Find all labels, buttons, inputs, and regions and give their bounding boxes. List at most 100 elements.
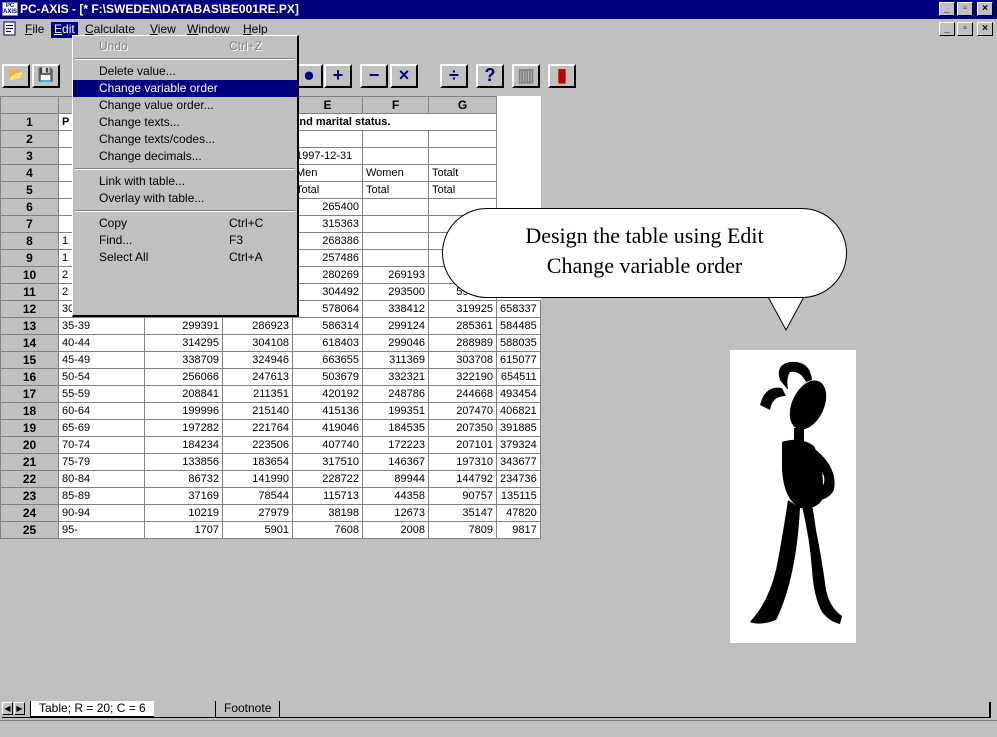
cell[interactable]: 293500 xyxy=(362,283,429,301)
menu-file[interactable]: File xyxy=(22,22,47,38)
sort-icon[interactable]: ⦁ xyxy=(295,64,323,88)
subtract-icon[interactable]: − xyxy=(360,64,388,88)
cell[interactable] xyxy=(362,249,429,267)
tab-scroll-left-button[interactable]: ◀ xyxy=(2,702,13,715)
menu-delete-value[interactable]: Delete value... xyxy=(73,63,297,80)
age-group-cell[interactable]: 70-74 xyxy=(58,436,145,454)
col-header-g[interactable]: G xyxy=(428,96,497,114)
col-header-e[interactable]: E xyxy=(292,96,363,114)
row-header[interactable]: 18 xyxy=(0,402,59,420)
value-cell[interactable]: 12673 xyxy=(362,504,429,522)
save-icon[interactable]: 💾 xyxy=(32,64,60,88)
add-icon[interactable]: + xyxy=(324,64,352,88)
open-icon[interactable]: 📂 xyxy=(2,64,30,88)
close-button[interactable]: × xyxy=(977,2,993,16)
value-cell[interactable]: 234736 xyxy=(496,470,541,488)
cell[interactable]: 268386 xyxy=(292,232,363,250)
value-cell[interactable]: 207350 xyxy=(428,419,497,437)
menu-change-texts[interactable]: Change texts... xyxy=(73,114,297,131)
value-cell[interactable]: 618403 xyxy=(292,334,363,352)
value-cell[interactable]: 303708 xyxy=(428,351,497,369)
value-cell[interactable]: 207470 xyxy=(428,402,497,420)
row-header[interactable]: 14 xyxy=(0,334,59,352)
value-cell[interactable]: 89944 xyxy=(362,470,429,488)
value-cell[interactable]: 317510 xyxy=(292,453,363,471)
value-cell[interactable]: 141990 xyxy=(222,470,293,488)
age-group-cell[interactable]: 75-79 xyxy=(58,453,145,471)
col-header-f[interactable]: F xyxy=(362,96,429,114)
menu-change-variable-order[interactable]: Change variable order xyxy=(73,80,297,97)
value-cell[interactable]: 248786 xyxy=(362,385,429,403)
value-cell[interactable]: 146367 xyxy=(362,453,429,471)
minimize-button[interactable]: _ xyxy=(939,2,955,16)
value-cell[interactable]: 199351 xyxy=(362,402,429,420)
value-cell[interactable]: 288989 xyxy=(428,334,497,352)
row-header[interactable]: 24 xyxy=(0,504,59,522)
value-cell[interactable]: 332321 xyxy=(362,368,429,386)
table-icon[interactable]: ▥ xyxy=(512,64,540,88)
value-cell[interactable]: 503679 xyxy=(292,368,363,386)
value-cell[interactable]: 10219 xyxy=(144,504,223,522)
row-header[interactable]: 7 xyxy=(0,215,59,233)
value-cell[interactable]: 285361 xyxy=(428,317,497,335)
row-header[interactable]: 3 xyxy=(0,147,59,165)
value-cell[interactable]: 256066 xyxy=(144,368,223,386)
value-cell[interactable]: 584485 xyxy=(496,317,541,335)
value-cell[interactable]: 244668 xyxy=(428,385,497,403)
age-group-cell[interactable]: 95- xyxy=(58,521,145,539)
app-icon[interactable]: PC AXIS xyxy=(2,2,18,16)
value-cell[interactable]: 2008 xyxy=(362,521,429,539)
value-cell[interactable]: 7608 xyxy=(292,521,363,539)
value-cell[interactable]: 27979 xyxy=(222,504,293,522)
age-group-cell[interactable]: 65-69 xyxy=(58,419,145,437)
cell[interactable]: 257486 xyxy=(292,249,363,267)
row-header[interactable]: 15 xyxy=(0,351,59,369)
row-header[interactable]: 20 xyxy=(0,436,59,454)
cell[interactable] xyxy=(362,147,429,165)
cell[interactable]: Total xyxy=(292,181,363,199)
value-cell[interactable]: 183654 xyxy=(222,453,293,471)
value-cell[interactable]: 588035 xyxy=(496,334,541,352)
row-header[interactable]: 21 xyxy=(0,453,59,471)
value-cell[interactable]: 133856 xyxy=(144,453,223,471)
row-header[interactable]: 10 xyxy=(0,266,59,284)
row-header[interactable]: 12 xyxy=(0,300,59,318)
tab-footnote[interactable]: Footnote xyxy=(215,701,281,717)
row-header[interactable]: 4 xyxy=(0,164,59,182)
value-cell[interactable]: 391885 xyxy=(496,419,541,437)
cell[interactable]: 265400 xyxy=(292,198,363,216)
cell[interactable] xyxy=(362,215,429,233)
menu-change-value-order[interactable]: Change value order... xyxy=(73,97,297,114)
value-cell[interactable]: 35147 xyxy=(428,504,497,522)
cell[interactable]: Men xyxy=(292,164,363,182)
value-cell[interactable]: 304108 xyxy=(222,334,293,352)
value-cell[interactable]: 44358 xyxy=(362,487,429,505)
age-group-cell[interactable]: 60-64 xyxy=(58,402,145,420)
value-cell[interactable]: 115713 xyxy=(292,487,363,505)
value-cell[interactable]: 37169 xyxy=(144,487,223,505)
value-cell[interactable]: 663655 xyxy=(292,351,363,369)
doc-restore-button[interactable]: ▫ xyxy=(957,22,973,36)
row-header[interactable]: 19 xyxy=(0,419,59,437)
row-header[interactable]: 2 xyxy=(0,130,59,148)
value-cell[interactable]: 415136 xyxy=(292,402,363,420)
value-cell[interactable]: 311369 xyxy=(362,351,429,369)
value-cell[interactable]: 299391 xyxy=(144,317,223,335)
value-cell[interactable]: 38198 xyxy=(292,504,363,522)
value-cell[interactable]: 654511 xyxy=(496,368,541,386)
menu-link-with-table[interactable]: Link with table... xyxy=(73,173,297,190)
value-cell[interactable]: 228722 xyxy=(292,470,363,488)
value-cell[interactable]: 1707 xyxy=(144,521,223,539)
value-cell[interactable]: 221764 xyxy=(222,419,293,437)
cell[interactable]: 269193 xyxy=(362,266,429,284)
cell[interactable] xyxy=(428,130,497,148)
value-cell[interactable]: 338709 xyxy=(144,351,223,369)
age-group-cell[interactable]: 45-49 xyxy=(58,351,145,369)
value-cell[interactable]: 207101 xyxy=(428,436,497,454)
menu-find[interactable]: Find... F3 xyxy=(73,232,297,249)
age-group-cell[interactable]: 40-44 xyxy=(58,334,145,352)
age-group-cell[interactable]: 85-89 xyxy=(58,487,145,505)
row-header[interactable]: 17 xyxy=(0,385,59,403)
value-cell[interactable]: 299046 xyxy=(362,334,429,352)
value-cell[interactable]: 578064 xyxy=(292,300,363,318)
